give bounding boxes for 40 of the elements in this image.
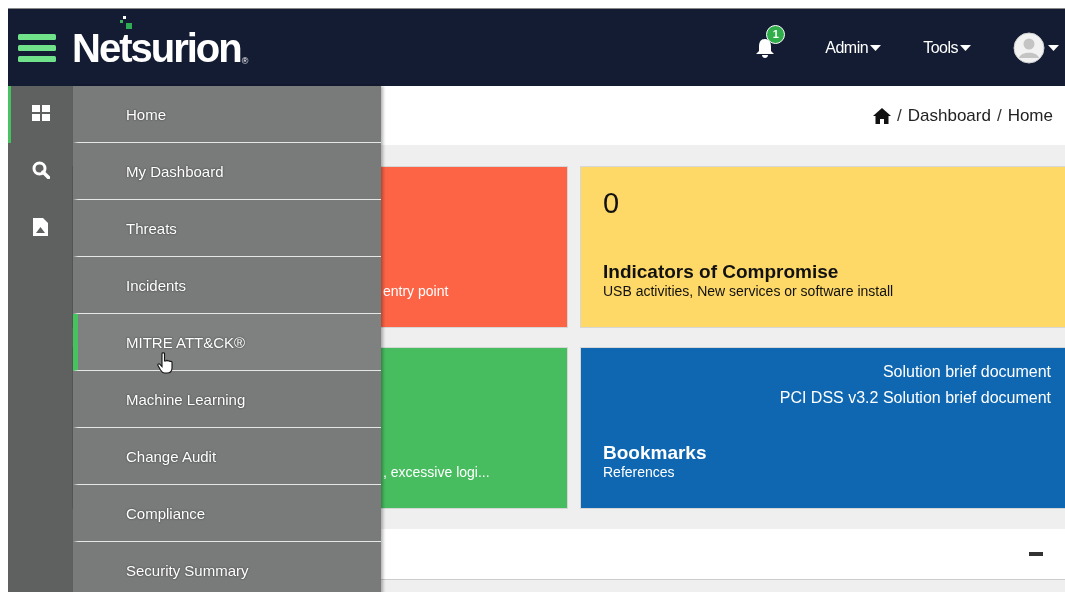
menu-item[interactable]: MITRE ATT&CK® [73,314,381,371]
document-link[interactable]: Solution brief document [882,363,1051,381]
dashboard-icon [31,105,50,121]
bell-icon[interactable] [755,36,776,59]
dashboard-tile[interactable]: Solution brief document PCI DSS v3.2 Solution brief document Bookmarks References [581,348,1065,508]
tile-description: References [603,464,676,480]
menu-icon[interactable] [18,32,56,63]
menu-item[interactable]: Security Summary [73,542,381,592]
menu-item[interactable]: Change Audit [73,428,381,485]
tile-description: entry point [383,283,450,299]
menu-item[interactable]: Compliance [73,485,381,542]
tile-description: , excessive logi... [383,464,491,480]
menu-item[interactable]: My Dashboard [73,143,381,200]
breadcrumb-link[interactable]: Dashboard [907,105,991,126]
tile-description: USB activities, New services or software install [603,283,895,299]
breadcrumb-link[interactable]: Home [1007,105,1053,126]
dropdown-menu[interactable]: Tools [923,38,971,57]
home-icon[interactable] [873,107,891,124]
search-icon [31,161,50,179]
menu-item[interactable]: Machine Learning [73,371,381,428]
tile-title: Bookmarks [603,442,708,464]
caret-icon [1048,44,1059,51]
registered-mark: ® [241,55,249,66]
pointer-hand-icon [157,352,175,374]
document-link[interactable]: PCI DSS v3.2 Solution brief document [779,389,1051,407]
pixel-dots-icon [120,15,134,30]
document-upload-icon [33,218,48,236]
notification-count-badge: 1 [766,24,786,44]
breadcrumb-separator: / [996,105,1002,126]
dashboard-tile[interactable]: 0 Indicators of Compromise USB activities, New services or software install [581,167,1065,327]
tile-title: Indicators of Compromise [603,261,840,283]
dropdown-menu[interactable]: Admin [825,38,882,57]
breadcrumb-separator: / [897,105,902,126]
menu-item[interactable]: Home [73,86,381,143]
caret-icon [870,44,882,51]
caret-icon [960,44,971,51]
logo-wordmark: Netsurion [72,27,241,68]
menu-item[interactable]: Threats [73,200,381,257]
avatar-icon [1013,31,1045,64]
tile-count: 0 [603,189,621,218]
